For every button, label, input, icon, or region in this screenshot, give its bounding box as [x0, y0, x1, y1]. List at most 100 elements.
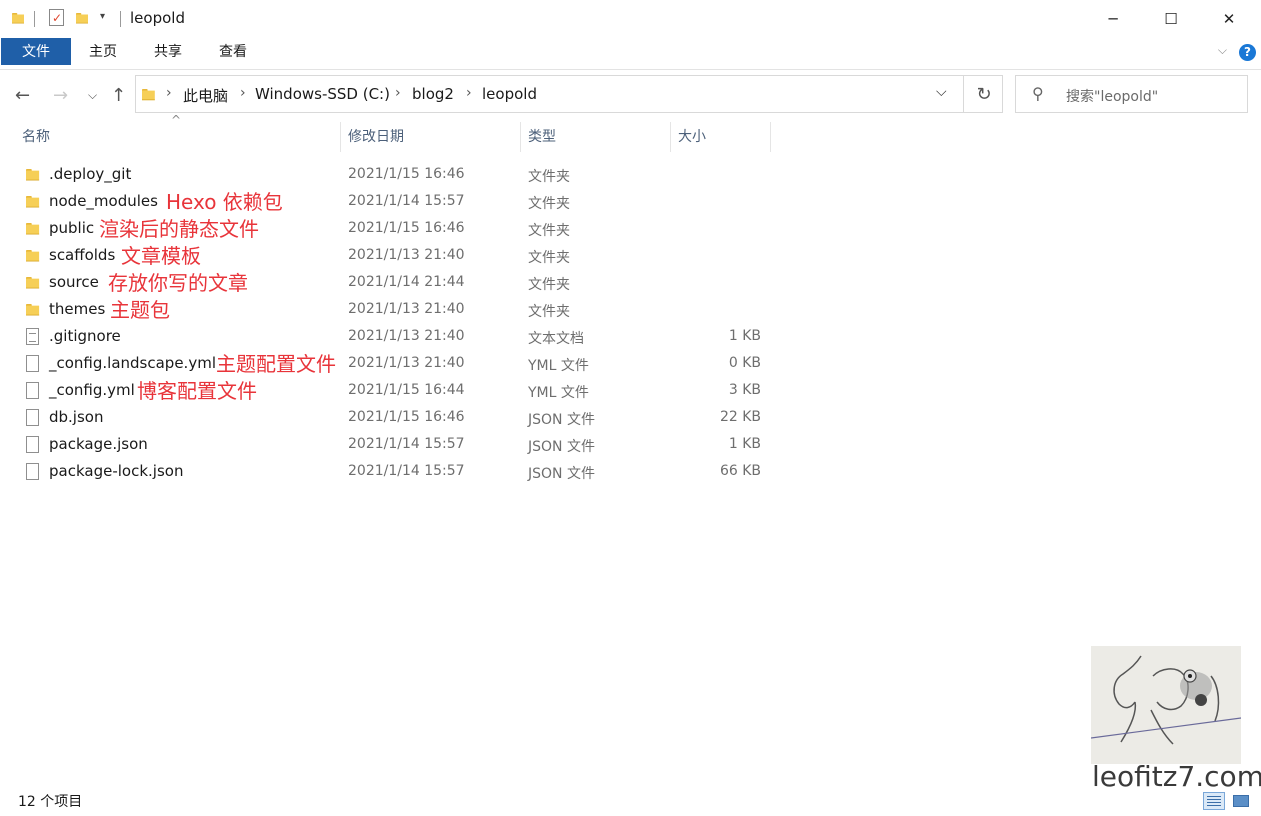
file-row[interactable]: scaffolds 文章模板 2021/1/13 21:40 文件夹 [0, 243, 800, 270]
chevron-down-icon[interactable]: ⌵ [936, 84, 947, 100]
file-row[interactable]: package-lock.json 2021/1/14 15:57 JSON 文件 6… [0, 459, 800, 486]
file-type: YML 文件 [528, 385, 589, 401]
file-size: 1 KB [728, 328, 761, 344]
customize-toolbar-icon[interactable]: ▾ [100, 11, 105, 22]
divider [120, 11, 121, 27]
folder-icon [26, 194, 42, 213]
file-modified-date: 2021/1/15 16:44 [348, 382, 465, 398]
file-size: 66 KB [719, 463, 761, 479]
annotation-note: 博客配置文件 [137, 379, 257, 403]
file-name[interactable]: themes [49, 300, 105, 318]
file-name[interactable]: db.json [49, 408, 103, 426]
file-modified-date: 2021/1/14 15:57 [348, 463, 465, 479]
file-type: 文件夹 [528, 196, 570, 212]
text-file-icon [26, 328, 40, 350]
file-name[interactable]: scaffolds [49, 246, 115, 264]
file-type: JSON 文件 [528, 439, 595, 455]
folder-icon [26, 221, 42, 240]
address-bar[interactable]: › 此电脑 › Windows-SSD (C:) › blog2 › leopo… [135, 75, 1003, 113]
file-icon [26, 436, 40, 458]
annotation-note: 存放你写的文章 [108, 271, 248, 295]
close-button[interactable]: ✕ [1200, 0, 1258, 38]
watermark-text: leofitz7.com [1092, 760, 1261, 793]
file-type: JSON 文件 [528, 466, 595, 482]
folder-icon [12, 11, 28, 30]
file-row[interactable]: package.json 2021/1/14 15:57 JSON 文件 1 KB [0, 432, 800, 459]
large-icons-view-icon[interactable] [1231, 792, 1253, 810]
folder-icon [26, 302, 42, 321]
file-name[interactable]: public [49, 219, 94, 237]
file-modified-date: 2021/1/13 21:40 [348, 301, 465, 317]
file-name[interactable]: .deploy_git [49, 165, 131, 183]
recent-locations-icon[interactable]: ⌵ [88, 88, 97, 103]
file-size: 22 KB [719, 409, 761, 425]
status-item-count: 12 个项目 [18, 794, 83, 810]
file-name[interactable]: source [49, 273, 99, 291]
column-header-name[interactable]: 名称 [15, 122, 341, 152]
file-row[interactable]: _config.yml 博客配置文件 2021/1/15 16:44 YML 文件 3 … [0, 378, 800, 405]
window-title: leopold [130, 9, 185, 27]
file-modified-date: 2021/1/14 15:57 [348, 436, 465, 452]
breadcrumb-leopold[interactable]: leopold [482, 85, 537, 103]
breadcrumb-drive[interactable]: Windows-SSD (C:) [255, 85, 390, 103]
maximize-button[interactable]: ☐ [1142, 0, 1200, 38]
file-name[interactable]: package.json [49, 435, 148, 453]
file-icon [26, 382, 40, 404]
tab-home[interactable]: 主页 [78, 38, 128, 66]
details-view-icon[interactable] [1203, 792, 1225, 810]
file-row[interactable]: public 渲染后的静态文件 2021/1/15 16:46 文件夹 [0, 216, 800, 243]
file-type: YML 文件 [528, 358, 589, 374]
file-type: 文件夹 [528, 169, 570, 185]
file-type: 文件夹 [528, 277, 570, 293]
ribbon-tabs: 文件 主页 共享 查看 ⌵ ? [0, 38, 1261, 70]
file-type: 文本文档 [528, 331, 584, 347]
tab-file[interactable]: 文件 [1, 38, 71, 65]
refresh-icon[interactable]: ↻ [963, 76, 1004, 112]
file-type: JSON 文件 [528, 412, 595, 428]
file-name[interactable]: _config.yml [49, 381, 135, 399]
file-type: 文件夹 [528, 250, 570, 266]
divider [34, 11, 35, 27]
file-modified-date: 2021/1/13 21:40 [348, 355, 465, 371]
file-row[interactable]: themes 主题包 2021/1/13 21:40 文件夹 [0, 297, 800, 324]
forward-arrow-icon[interactable]: → [53, 85, 68, 106]
search-box[interactable]: ⚲ 搜索"leopold" [1015, 75, 1248, 113]
chevron-right-icon[interactable]: › [166, 85, 172, 101]
breadcrumb-blog2[interactable]: blog2 [412, 85, 454, 103]
file-name[interactable]: package-lock.json [49, 462, 183, 480]
chevron-right-icon[interactable]: › [240, 85, 246, 101]
file-row[interactable]: .deploy_git 2021/1/15 16:46 文件夹 [0, 162, 800, 189]
search-input[interactable]: 搜索"leopold" [1066, 86, 1158, 106]
file-name[interactable]: .gitignore [49, 327, 121, 345]
minimize-button[interactable]: ─ [1084, 0, 1142, 38]
file-size: 1 KB [728, 436, 761, 452]
new-folder-icon[interactable] [76, 11, 92, 30]
file-row[interactable]: node_modules Hexo 依赖包 2021/1/14 15:57 文件夹 [0, 189, 800, 216]
properties-icon[interactable]: ✓ [49, 9, 64, 26]
tab-view[interactable]: 查看 [208, 38, 258, 66]
annotation-note: 主题包 [110, 298, 170, 322]
back-arrow-icon[interactable]: ← [15, 85, 30, 106]
column-header-modified[interactable]: 修改日期 [341, 122, 521, 152]
help-icon[interactable]: ? [1239, 44, 1256, 61]
file-type: 文件夹 [528, 304, 570, 320]
file-row[interactable]: .gitignore 2021/1/13 21:40 文本文档 1 KB [0, 324, 800, 351]
file-row[interactable]: db.json 2021/1/15 16:46 JSON 文件 22 KB [0, 405, 800, 432]
file-row[interactable]: _config.landscape.yml 主题配置文件 2021/1/13 21:… [0, 351, 800, 378]
tab-share[interactable]: 共享 [143, 38, 193, 66]
file-name[interactable]: _config.landscape.yml [49, 354, 216, 372]
folder-icon [26, 248, 42, 267]
file-modified-date: 2021/1/13 21:40 [348, 247, 465, 263]
watermark-dog-drawing [1091, 646, 1241, 764]
column-header-type[interactable]: 类型 [521, 122, 671, 152]
column-header-size[interactable]: 大小 [671, 122, 771, 152]
breadcrumb-this-pc[interactable]: 此电脑 [183, 85, 228, 106]
folder-icon [142, 87, 158, 106]
expand-ribbon-icon[interactable]: ⌵ [1218, 43, 1227, 58]
chevron-right-icon[interactable]: › [466, 85, 472, 101]
chevron-right-icon[interactable]: › [395, 85, 401, 101]
annotation-note: 文章模板 [121, 244, 201, 268]
file-row[interactable]: source 存放你写的文章 2021/1/14 21:44 文件夹 [0, 270, 800, 297]
up-arrow-icon[interactable]: ↑ [111, 85, 126, 106]
file-name[interactable]: node_modules [49, 192, 158, 210]
